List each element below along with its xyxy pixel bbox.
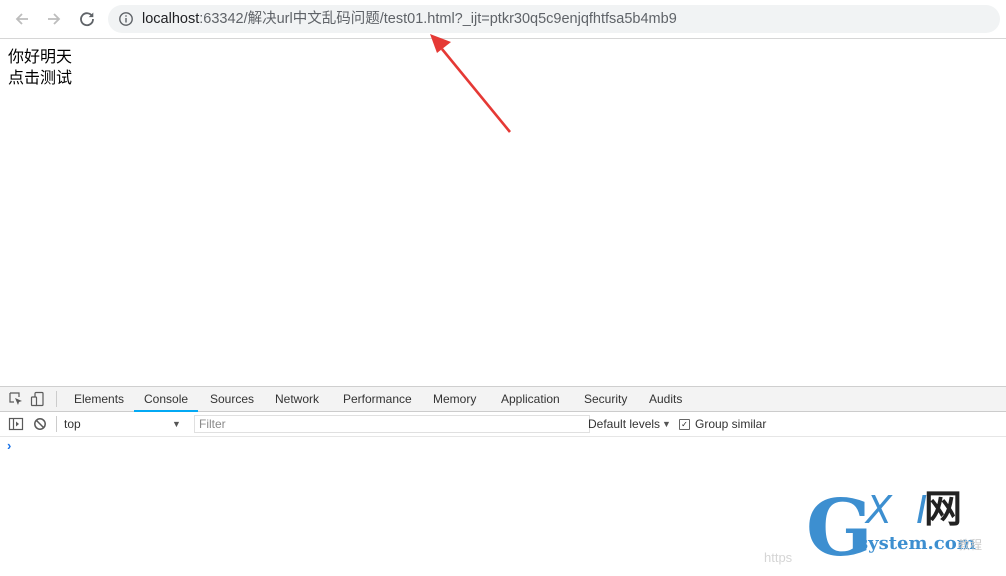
arrow-right-icon [48,13,61,25]
group-similar-checkbox[interactable]: ✓ [679,419,690,430]
log-levels-dropdown[interactable]: Default levels [588,412,660,436]
arrow-shaft [440,48,512,133]
browser-toolbar: localhost:63342/解决url中文乱码问题/test01.html?… [0,0,1006,39]
url-host: localhost [142,11,200,27]
console-filter-input[interactable] [194,415,590,433]
tab-elements[interactable]: Elements [74,387,124,411]
tab-console[interactable]: Console [133,387,199,412]
page-content: 你好明天 点击测试 [8,47,72,89]
tab-application[interactable]: Application [501,387,560,411]
inspect-element-icon[interactable] [8,391,24,407]
console-toolbar: top ▼ Default levels ▼ ✓ Group similar [0,412,1006,437]
tab-network[interactable]: Network [275,387,319,411]
screen: localhost:63342/解决url中文乱码问题/test01.html?… [0,0,1006,576]
device-toolbar-icon[interactable] [30,391,46,407]
console-prompt[interactable]: › [7,439,11,453]
chevron-down-icon[interactable]: ▼ [172,412,181,436]
context-selector[interactable]: top [64,412,184,436]
clear-console-icon[interactable] [32,416,48,432]
tab-security[interactable]: Security [584,387,627,411]
url-text[interactable]: localhost:63342/解决url中文乱码问题/test01.html?… [142,5,677,33]
tab-sources[interactable]: Sources [210,387,254,411]
greeting-text: 你好明天 [8,49,73,66]
devtools-panel: Elements Console Sources Network Perform… [0,386,1006,576]
tab-performance[interactable]: Performance [343,387,412,411]
address-bar[interactable]: localhost:63342/解决url中文乱码问题/test01.html?… [108,5,1000,33]
info-icon[interactable] [118,11,134,27]
reload-button[interactable] [76,8,98,30]
tab-audits[interactable]: Audits [649,387,682,411]
click-test-text[interactable]: 点击测试 [8,68,72,89]
consolebar-divider [56,416,57,432]
tabbar-divider [56,391,57,407]
url-path: :63342/解决url中文乱码问题/test01.html?_ijt=ptkr… [199,11,677,27]
forward-button[interactable] [43,8,65,30]
devtools-tabbar: Elements Console Sources Network Perform… [0,387,1006,412]
tab-memory[interactable]: Memory [433,387,476,411]
group-similar-label[interactable]: Group similar [695,412,766,436]
arrow-left-icon [15,13,28,25]
back-button[interactable] [11,8,33,30]
chevron-down-icon[interactable]: ▼ [662,412,671,436]
sidebar-toggle-icon[interactable] [8,416,24,432]
reload-icon [80,12,94,27]
